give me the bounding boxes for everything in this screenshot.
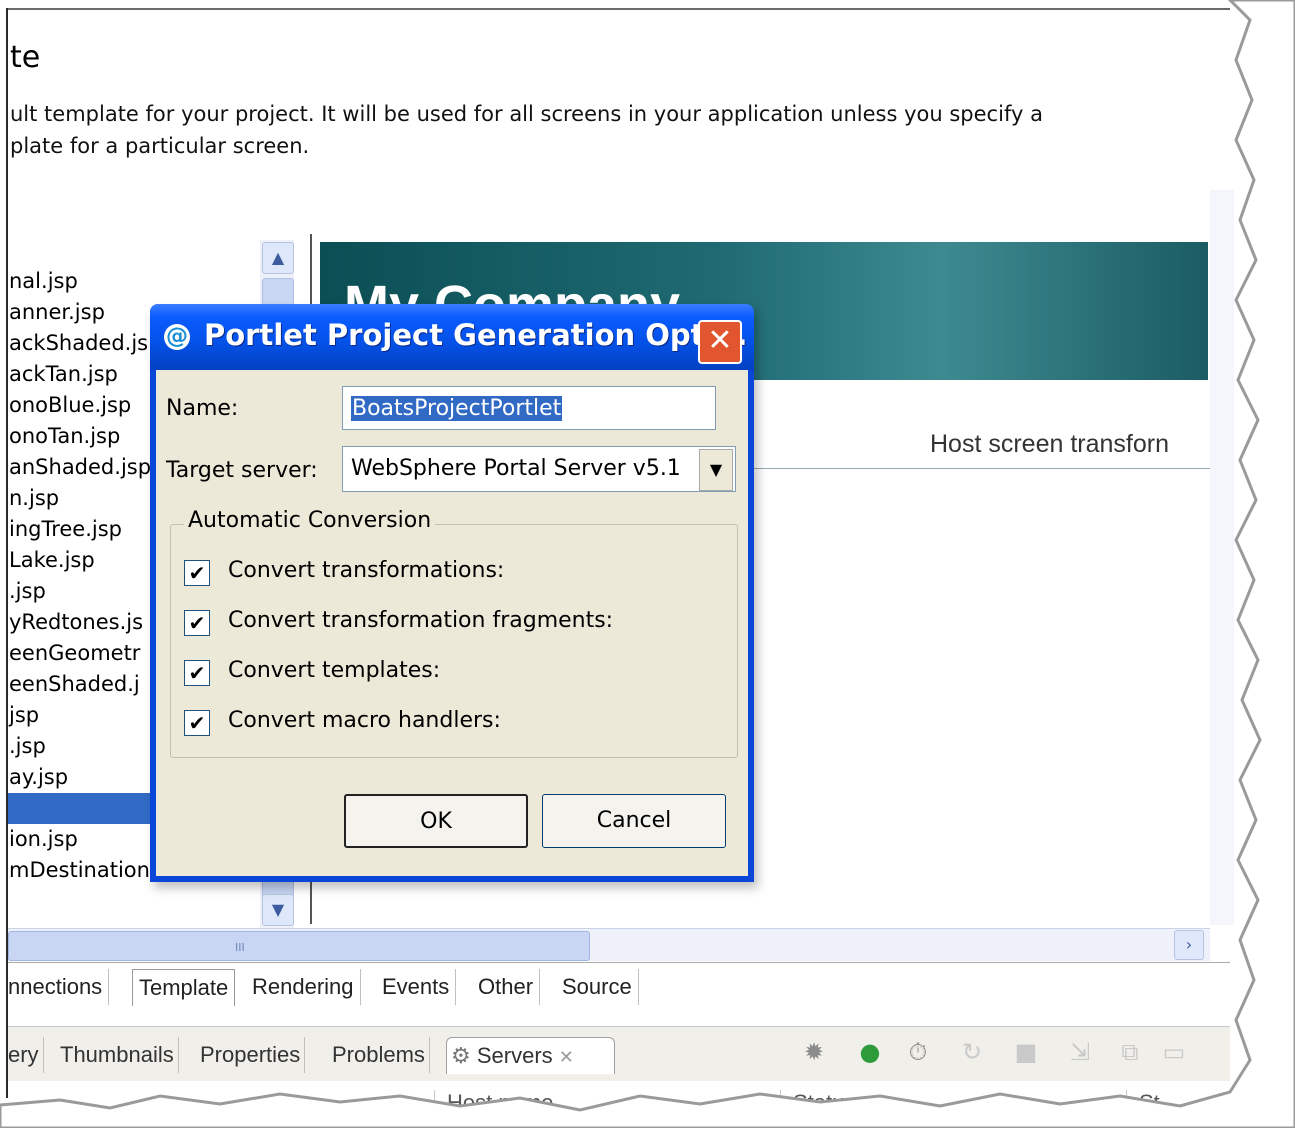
group-label: Automatic Conversion — [184, 508, 436, 533]
description-line-2: plate for a particular screen. — [10, 134, 310, 158]
views-tab-strip: ery Thumbnails Properties Problems ⚙ Ser… — [8, 1026, 1230, 1081]
tab-source[interactable]: Source — [556, 969, 639, 1005]
list-item[interactable]: nal.jsp — [8, 266, 298, 297]
checkbox-label: Convert templates: — [228, 658, 441, 683]
disconnect-icon[interactable]: ⧉ — [1116, 1038, 1144, 1066]
start-server-icon[interactable]: ● — [856, 1038, 884, 1066]
name-field-value: BoatsProjectPortlet — [351, 396, 563, 421]
tab-thumbnails[interactable]: Thumbnails — [56, 1037, 179, 1073]
cancel-button[interactable]: Cancel — [542, 794, 726, 848]
publish-icon[interactable]: ⇲ — [1066, 1038, 1094, 1066]
tab-connections[interactable]: nnections — [2, 969, 110, 1005]
profile-server-icon[interactable]: ⏱ — [904, 1038, 932, 1066]
checkmark-icon[interactable]: ✔ — [184, 560, 210, 586]
column-state[interactable]: St — [1126, 1090, 1219, 1122]
minimize-icon[interactable]: ▭ — [1160, 1038, 1188, 1066]
tab-servers-label: Servers — [476, 1043, 553, 1068]
scroll-thumb[interactable]: III — [8, 931, 590, 961]
checkmark-icon[interactable]: ✔ — [184, 610, 210, 636]
target-server-select[interactable]: WebSphere Portal Server v5.1 ▼ — [342, 446, 736, 492]
servers-icon: ⚙ — [451, 1043, 471, 1068]
tab-problems[interactable]: Problems — [328, 1037, 430, 1073]
checkbox-label: Convert transformation fragments: — [228, 608, 614, 633]
tab-gallery[interactable]: ery — [4, 1037, 44, 1073]
tab-servers[interactable]: ⚙ Servers ✕ — [446, 1037, 615, 1074]
window-left-edge — [6, 8, 8, 1098]
portlet-swirl-icon: @ — [164, 324, 190, 350]
tab-events[interactable]: Events — [376, 969, 457, 1005]
horizontal-scrollbar[interactable]: III › — [8, 928, 1210, 961]
checkbox-label: Convert macro handlers: — [228, 708, 501, 733]
stop-icon[interactable]: ■ — [1012, 1038, 1040, 1066]
dialog-body: Name: BoatsProjectPortlet Target server:… — [156, 370, 748, 876]
editor-tabs: nnections Template Rendering Events Othe… — [8, 962, 1230, 1009]
tab-properties[interactable]: Properties — [196, 1037, 306, 1073]
close-icon[interactable]: ✕ — [698, 320, 742, 364]
portlet-options-dialog: @ Portlet Project Generation Opti... ✕ N… — [150, 304, 754, 882]
column-host-name[interactable]: Host name — [434, 1090, 767, 1122]
target-server-value: WebSphere Portal Server v5.1 — [351, 456, 681, 481]
dialog-titlebar[interactable]: @ Portlet Project Generation Opti... ✕ — [150, 304, 754, 370]
chevron-down-icon[interactable]: ▼ — [699, 449, 733, 491]
restart-icon[interactable]: ↻ — [958, 1038, 986, 1066]
checkmark-icon[interactable]: ✔ — [184, 710, 210, 736]
scroll-right-icon[interactable]: › — [1174, 930, 1204, 960]
scroll-down-icon[interactable]: ▼ — [262, 894, 294, 926]
close-icon[interactable]: ✕ — [559, 1047, 574, 1067]
tab-rendering[interactable]: Rendering — [246, 969, 361, 1005]
target-server-label: Target server: — [166, 458, 318, 483]
tab-other[interactable]: Other — [472, 969, 541, 1005]
host-screen-text: Host screen transforn — [930, 430, 1169, 458]
ok-button[interactable]: OK — [344, 794, 528, 848]
preview-scrollbar[interactable] — [1210, 190, 1234, 925]
page-title: te — [10, 40, 41, 75]
name-label: Name: — [166, 396, 239, 421]
description-line-1: ult template for your project. It will b… — [10, 102, 1043, 126]
tab-template[interactable]: Template — [132, 969, 236, 1006]
servers-table-header: Host name Status St — [8, 1082, 1230, 1122]
column-status[interactable]: Status — [780, 1090, 1113, 1122]
checkbox-label: Convert transformations: — [228, 558, 505, 583]
name-field[interactable]: BoatsProjectPortlet — [342, 386, 716, 430]
dialog-title: Portlet Project Generation Opti... — [204, 318, 748, 352]
scroll-up-icon[interactable]: ▲ — [262, 242, 294, 274]
checkmark-icon[interactable]: ✔ — [184, 660, 210, 686]
debug-server-icon[interactable]: ✹ — [800, 1038, 828, 1066]
